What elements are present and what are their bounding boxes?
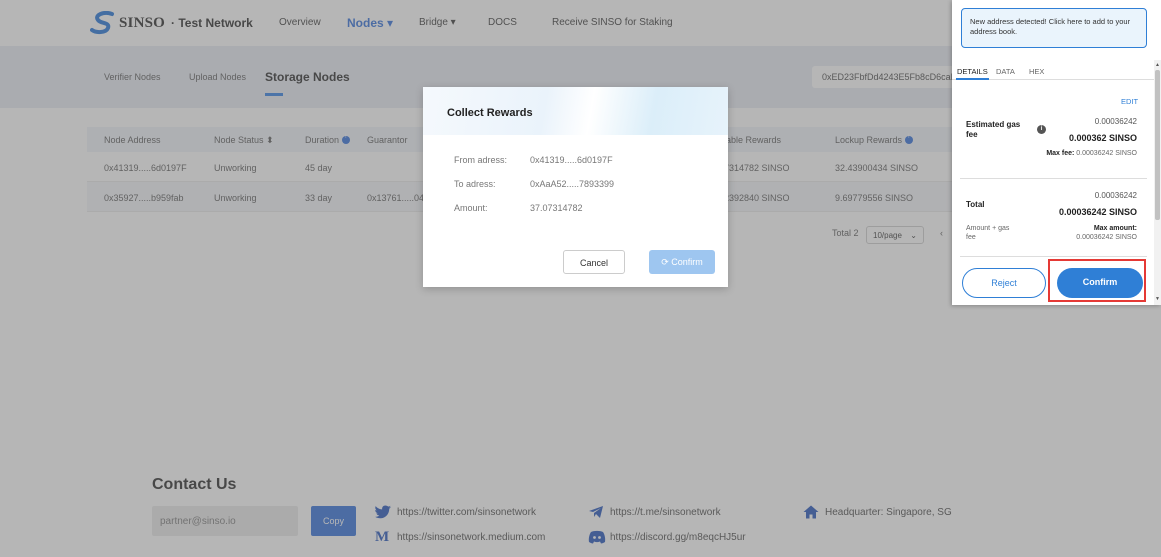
max-fee: Max fee: 0.00036242 SINSO: [1046, 150, 1137, 157]
collect-rewards-modal: Collect Rewards From adress: 0x41319....…: [423, 87, 728, 287]
to-address-value: 0xAaA52.....7893399: [530, 179, 615, 189]
tab-details[interactable]: DETAILS: [957, 67, 988, 76]
wallet-tabs: DETAILS DATA HEX: [952, 60, 1155, 80]
edit-link[interactable]: EDIT: [1121, 97, 1138, 106]
divider: [960, 178, 1147, 179]
max-fee-label: Max fee:: [1046, 150, 1075, 157]
new-address-notice[interactable]: New address detected! Click here to add …: [961, 8, 1147, 48]
scroll-down-icon[interactable]: ▼: [1155, 296, 1160, 302]
reject-button[interactable]: Reject: [962, 268, 1046, 298]
gas-fee-value: 0.00036242: [1094, 117, 1137, 126]
amount-gas-label: Amount + gas fee: [966, 224, 1009, 242]
modal-header: Collect Rewards: [423, 87, 728, 135]
from-address-value: 0x41319.....6d0197F: [530, 155, 613, 165]
amount-gas-label-line1: Amount + gas: [966, 225, 1010, 232]
tab-data[interactable]: DATA: [996, 67, 1015, 76]
total-value-bold: 0.00036242 SINSO: [1058, 207, 1137, 217]
max-amount-value: 0.00036242 SINSO: [1076, 234, 1137, 241]
estimated-gas-label-line2: fee: [966, 130, 978, 139]
max-amount-label: Max amount:: [1093, 225, 1137, 232]
wallet-confirm-popup: New address detected! Click here to add …: [952, 0, 1161, 305]
to-address-label: To adress:: [454, 179, 496, 189]
estimated-gas-label-line1: Estimated gas: [966, 120, 1021, 129]
active-tab-underline: [956, 78, 989, 80]
total-value: 0.00036242: [1094, 191, 1137, 200]
info-icon[interactable]: i: [1037, 125, 1046, 134]
estimated-gas-label: Estimated gas fee: [966, 120, 1020, 140]
modal-confirm-button[interactable]: ⟳ Confirm: [649, 250, 715, 274]
gas-fee-value-bold: 0.000362 SINSO: [1068, 133, 1137, 143]
modal-title: Collect Rewards: [447, 107, 533, 119]
tab-hex[interactable]: HEX: [1029, 67, 1044, 76]
from-address-label: From adress:: [454, 155, 508, 165]
total-label: Total: [966, 200, 985, 209]
max-fee-value: 0.00036242 SINSO: [1076, 150, 1137, 157]
amount-gas-label-line2: fee: [966, 234, 976, 241]
amount-value: 37.07314782: [530, 203, 583, 213]
max-amount: Max amount: 0.00036242 SINSO: [1076, 224, 1137, 242]
scroll-up-icon[interactable]: ▲: [1155, 62, 1160, 68]
scrollbar[interactable]: ▲ ▼: [1154, 60, 1161, 305]
cancel-button[interactable]: Cancel: [563, 250, 625, 274]
amount-label: Amount:: [454, 203, 488, 213]
confirm-highlight-box: [1048, 259, 1146, 302]
scroll-thumb[interactable]: [1155, 70, 1160, 220]
divider: [960, 256, 1147, 257]
